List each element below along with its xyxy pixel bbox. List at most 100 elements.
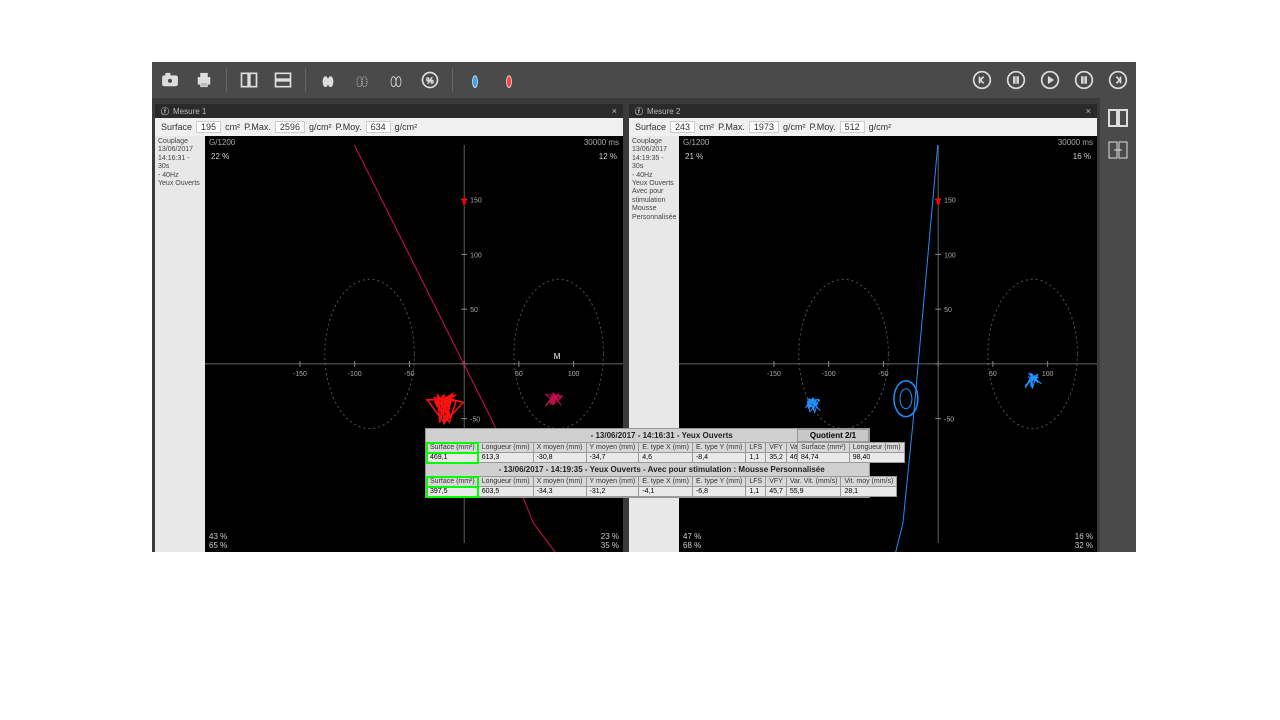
- quotient-table: Quotient 2/1 Surface (mm²)Longueur (mm)8…: [797, 429, 869, 463]
- cell: 469,1: [427, 453, 479, 463]
- comparison-table: - 13/06/2017 - 14:16:31 - Yeux Ouverts S…: [425, 428, 870, 498]
- close-icon[interactable]: ×: [1086, 106, 1091, 116]
- step-back-icon[interactable]: [1004, 68, 1028, 92]
- svg-text:50: 50: [515, 371, 523, 378]
- col-header: Surface (mm²): [427, 477, 479, 487]
- feet-outline-icon[interactable]: [384, 68, 408, 92]
- step-forward-icon[interactable]: [1072, 68, 1096, 92]
- cell: 1,1: [746, 453, 766, 463]
- cell: -4,1: [639, 487, 693, 497]
- cell: 55,9: [786, 487, 841, 497]
- skip-forward-icon[interactable]: [1106, 68, 1130, 92]
- camera-icon[interactable]: [158, 68, 182, 92]
- foot-left-icon[interactable]: [463, 68, 487, 92]
- cell: 397,5: [427, 487, 479, 497]
- svg-text:50: 50: [470, 307, 478, 314]
- pct-bottom-right: 16 %: [1075, 532, 1093, 541]
- plot-duration: 30000 ms: [1058, 138, 1093, 147]
- col-header: Y moyen (mm): [586, 477, 639, 487]
- cell: -31,2: [586, 487, 639, 497]
- cell: 613,3: [478, 453, 533, 463]
- svg-text:-100: -100: [822, 371, 836, 378]
- svg-text:100: 100: [944, 252, 956, 259]
- compare-icon[interactable]: [1106, 138, 1130, 162]
- pct-bottom-left: 47 %: [683, 532, 701, 541]
- panel-side-info: Couplage13/06/201714:16:31 - 30s- 40HzYe…: [155, 136, 205, 552]
- col-header: Longueur (mm): [478, 443, 533, 453]
- svg-text:-100: -100: [348, 371, 362, 378]
- columns-icon[interactable]: [1106, 106, 1130, 130]
- plot-scale: G/1200: [683, 138, 709, 147]
- col-header: Var. Vit. (mm/s): [786, 477, 841, 487]
- cell: -8,4: [692, 453, 745, 463]
- cell: -34,3: [533, 487, 586, 497]
- cell: 28,1: [841, 487, 897, 497]
- svg-text:-50: -50: [470, 417, 480, 424]
- col-header: Surface (mm²): [427, 443, 479, 453]
- toolbar-right: [970, 68, 1130, 92]
- svg-text:100: 100: [1042, 371, 1054, 378]
- plot-scale: G/1200: [209, 138, 235, 147]
- feet-solid-icon[interactable]: [316, 68, 340, 92]
- svg-text:100: 100: [470, 252, 482, 259]
- pct-total-left: 65 %: [209, 541, 227, 550]
- cell: 4,6: [639, 453, 693, 463]
- col-header: VFY: [766, 477, 787, 487]
- pct-upper-right: 16 %: [1073, 152, 1091, 161]
- col-header: Surface (mm²): [798, 443, 850, 453]
- col-header: LFS: [746, 477, 766, 487]
- cell: 603,5: [478, 487, 533, 497]
- table-2: Surface (mm²)Longueur (mm)X moyen (mm)Y …: [426, 476, 897, 497]
- col-header: Longueur (mm): [849, 443, 904, 453]
- cell: 45,7: [766, 487, 787, 497]
- svg-text:%: %: [426, 75, 434, 85]
- pct-upper-left: 21 %: [685, 152, 703, 161]
- cell: -6,8: [692, 487, 745, 497]
- cell: 98,40: [849, 453, 904, 463]
- col-header: X moyen (mm): [533, 443, 586, 453]
- cell: 1,1: [746, 487, 766, 497]
- cell: -30,8: [533, 453, 586, 463]
- stats-bar: Surface243cm² P.Max.1973g/cm² P.Moy.512g…: [629, 118, 1097, 136]
- close-icon[interactable]: ×: [612, 106, 617, 116]
- col-header: E. type Y (mm): [692, 443, 745, 453]
- svg-text:50: 50: [989, 371, 997, 378]
- col-header: E. type X (mm): [639, 477, 693, 487]
- col-header: Longueur (mm): [478, 477, 533, 487]
- foot-right-icon[interactable]: [497, 68, 521, 92]
- svg-text:150: 150: [470, 198, 482, 205]
- pct-total-right: 32 %: [1075, 541, 1093, 550]
- cell: -34,7: [586, 453, 639, 463]
- feet-dotted-icon[interactable]: [350, 68, 374, 92]
- col-header: LFS: [746, 443, 766, 453]
- col-header: Vit. moy (mm/s): [841, 477, 897, 487]
- pct-upper-right: 12 %: [599, 152, 617, 161]
- col-header: X moyen (mm): [533, 477, 586, 487]
- pct-bottom-right: 23 %: [601, 532, 619, 541]
- table-header-2: - 13/06/2017 - 14:19:35 - Yeux Ouverts -…: [426, 463, 897, 476]
- panel-title-icon: ⓕ: [635, 106, 643, 117]
- sidebar-right: [1100, 98, 1136, 552]
- stats-bar: Surface195cm² P.Max.2596g/cm² P.Moy.634g…: [155, 118, 623, 136]
- skip-back-icon[interactable]: [970, 68, 994, 92]
- pct-total-right: 35 %: [601, 541, 619, 550]
- print-icon[interactable]: [192, 68, 216, 92]
- toolbar-left: %: [158, 68, 521, 92]
- rows-icon[interactable]: [271, 68, 295, 92]
- play-icon[interactable]: [1038, 68, 1062, 92]
- svg-text:-150: -150: [293, 371, 307, 378]
- svg-text:50: 50: [944, 307, 952, 314]
- toolbar: %: [152, 62, 1136, 98]
- columns-icon[interactable]: [237, 68, 261, 92]
- svg-text:-50: -50: [404, 371, 414, 378]
- col-header: VFY: [766, 443, 787, 453]
- col-header: Y moyen (mm): [586, 443, 639, 453]
- pct-total-left: 68 %: [683, 541, 701, 550]
- svg-text:M: M: [554, 352, 561, 361]
- svg-text:100: 100: [568, 371, 580, 378]
- pct-bottom-left: 43 %: [209, 532, 227, 541]
- col-header: E. type Y (mm): [692, 477, 745, 487]
- panel-title-text: Mesure 1: [173, 107, 612, 116]
- percent-icon[interactable]: %: [418, 68, 442, 92]
- cell: 84,74: [798, 453, 850, 463]
